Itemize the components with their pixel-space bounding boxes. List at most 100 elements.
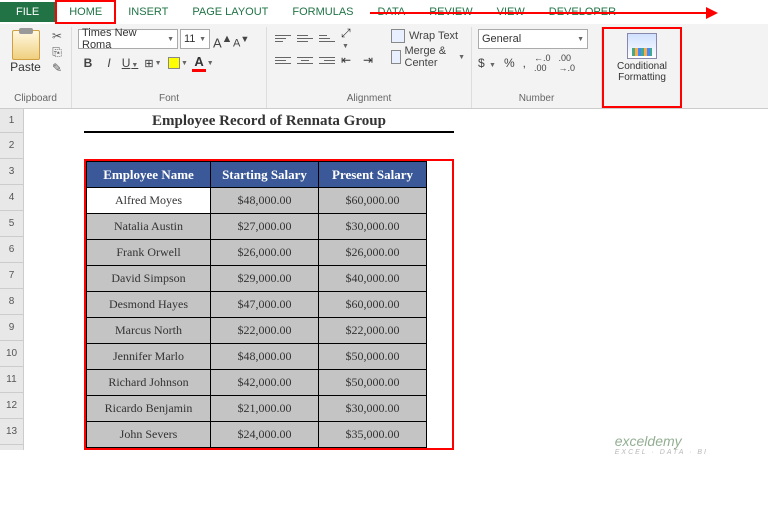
- cell-start[interactable]: $21,000.00: [211, 396, 319, 422]
- cell-start[interactable]: $48,000.00: [211, 188, 319, 214]
- cell-present[interactable]: $50,000.00: [319, 344, 427, 370]
- cell-present[interactable]: $30,000.00: [319, 396, 427, 422]
- comma-button[interactable]: ,: [523, 56, 526, 70]
- cell-present[interactable]: $22,000.00: [319, 318, 427, 344]
- grow-font-button[interactable]: A▲: [212, 29, 230, 49]
- cell-start[interactable]: $22,000.00: [211, 318, 319, 344]
- col-header-present[interactable]: Present Salary: [319, 162, 427, 188]
- paste-button[interactable]: Paste: [6, 30, 45, 74]
- font-color-button[interactable]: A▼: [191, 53, 215, 73]
- tab-pagelayout[interactable]: PAGE LAYOUT: [180, 2, 280, 22]
- cell-start[interactable]: $47,000.00: [211, 292, 319, 318]
- cell-present[interactable]: $50,000.00: [319, 370, 427, 396]
- ribbon: Paste ✂ ⎘ ✎ Clipboard Times New Roma▼ 11…: [0, 24, 768, 109]
- cell-name[interactable]: Desmond Hayes: [87, 292, 211, 318]
- tab-file[interactable]: FILE: [0, 2, 55, 22]
- row-header[interactable]: 7: [0, 263, 23, 289]
- cell-present[interactable]: $30,000.00: [319, 214, 427, 240]
- cell-start[interactable]: $26,000.00: [211, 240, 319, 266]
- font-group-label: Font: [78, 91, 260, 106]
- underline-button[interactable]: U▼: [120, 53, 140, 73]
- cell-name[interactable]: Jennifer Marlo: [87, 344, 211, 370]
- bold-button[interactable]: B: [78, 53, 98, 73]
- tab-home[interactable]: HOME: [55, 0, 116, 24]
- conditional-formatting-button[interactable]: Conditional Formatting: [610, 31, 674, 85]
- col-header-name[interactable]: Employee Name: [87, 162, 211, 188]
- cell-start[interactable]: $24,000.00: [211, 422, 319, 448]
- empty-row[interactable]: [84, 133, 454, 159]
- paste-icon: [12, 30, 40, 60]
- align-top-button[interactable]: [273, 29, 293, 47]
- row-header[interactable]: 5: [0, 211, 23, 237]
- data-table-selection: Employee Name Starting Salary Present Sa…: [84, 159, 454, 450]
- number-group-label: Number: [478, 91, 595, 106]
- cell-name[interactable]: David Simpson: [87, 266, 211, 292]
- conditional-formatting-icon: [627, 33, 657, 59]
- row-header[interactable]: 6: [0, 237, 23, 263]
- increase-decimal-button[interactable]: ←.0.00: [534, 53, 551, 73]
- group-number: General▼ $ ▼ % , ←.0.00 .00→.0 Number: [472, 27, 602, 108]
- group-conditional-formatting: Conditional Formatting: [602, 27, 682, 108]
- watermark: exceldemy EXCEL · DATA · BI: [615, 433, 708, 456]
- currency-button[interactable]: $ ▼: [478, 56, 496, 70]
- align-center-button[interactable]: [295, 51, 315, 69]
- align-middle-button[interactable]: [295, 29, 315, 47]
- number-format-select[interactable]: General▼: [478, 29, 588, 49]
- sheet-title[interactable]: Employee Record of Rennata Group: [84, 109, 454, 133]
- group-font: Times New Roma▼ 11▼ A▲ A▼ B I U▼ ⊞▼ ▼ A▼…: [72, 27, 267, 108]
- cut-button[interactable]: ✂: [49, 29, 65, 43]
- cell-name[interactable]: Alfred Moyes: [87, 188, 211, 214]
- align-right-button[interactable]: [317, 51, 337, 69]
- tab-insert[interactable]: INSERT: [116, 2, 180, 22]
- italic-button[interactable]: I: [99, 53, 119, 73]
- percent-button[interactable]: %: [504, 56, 515, 70]
- row-header[interactable]: 13: [0, 419, 23, 445]
- row-header[interactable]: 8: [0, 289, 23, 315]
- orientation-button[interactable]: ⤢▼: [339, 29, 359, 47]
- col-header-start[interactable]: Starting Salary: [211, 162, 319, 188]
- cell-start[interactable]: $27,000.00: [211, 214, 319, 240]
- cell-present[interactable]: $60,000.00: [319, 188, 427, 214]
- cell-name[interactable]: John Severs: [87, 422, 211, 448]
- align-left-button[interactable]: [273, 51, 293, 69]
- cell-start[interactable]: $48,000.00: [211, 344, 319, 370]
- cell-present[interactable]: $26,000.00: [319, 240, 427, 266]
- cell-name[interactable]: Richard Johnson: [87, 370, 211, 396]
- cell-present[interactable]: $35,000.00: [319, 422, 427, 448]
- cell-name[interactable]: Natalia Austin: [87, 214, 211, 240]
- row-header[interactable]: 9: [0, 315, 23, 341]
- wrap-text-button[interactable]: Wrap Text: [391, 29, 465, 43]
- border-button[interactable]: ⊞▼: [141, 53, 165, 73]
- cell-start[interactable]: $29,000.00: [211, 266, 319, 292]
- fill-color-button[interactable]: ▼: [166, 53, 190, 73]
- shrink-font-button[interactable]: A▼: [232, 29, 250, 49]
- font-size-select[interactable]: 11▼: [180, 29, 210, 49]
- merge-center-button[interactable]: Merge & Center▼: [391, 45, 465, 69]
- tab-formulas[interactable]: FORMULAS: [280, 2, 365, 22]
- increase-indent-button[interactable]: ⇥: [361, 51, 381, 69]
- annotation-arrow: [370, 12, 710, 14]
- cell-present[interactable]: $40,000.00: [319, 266, 427, 292]
- row-headers: 1 2 3 4 5 6 7 8 9 10 11 12 13: [0, 109, 24, 450]
- row-header[interactable]: 2: [0, 133, 23, 159]
- row-header[interactable]: 10: [0, 341, 23, 367]
- align-bottom-button[interactable]: [317, 29, 337, 47]
- format-painter-button[interactable]: ✎: [49, 61, 65, 75]
- row-header[interactable]: 3: [0, 159, 23, 185]
- copy-button[interactable]: ⎘: [49, 45, 65, 59]
- row-header[interactable]: 1: [0, 109, 23, 133]
- wrap-icon: [391, 29, 405, 43]
- row-header[interactable]: 12: [0, 393, 23, 419]
- group-alignment: ⤢▼ ⇤ ⇥ Wrap Text Merge & Center▼ Alignme…: [267, 27, 472, 108]
- row-header[interactable]: 11: [0, 367, 23, 393]
- font-name-select[interactable]: Times New Roma▼: [78, 29, 178, 49]
- paste-label: Paste: [10, 60, 41, 74]
- cell-name[interactable]: Frank Orwell: [87, 240, 211, 266]
- cell-present[interactable]: $60,000.00: [319, 292, 427, 318]
- decrease-indent-button[interactable]: ⇤: [339, 51, 359, 69]
- cell-name[interactable]: Ricardo Benjamin: [87, 396, 211, 422]
- row-header[interactable]: 4: [0, 185, 23, 211]
- cell-name[interactable]: Marcus North: [87, 318, 211, 344]
- decrease-decimal-button[interactable]: .00→.0: [559, 53, 576, 73]
- cell-start[interactable]: $42,000.00: [211, 370, 319, 396]
